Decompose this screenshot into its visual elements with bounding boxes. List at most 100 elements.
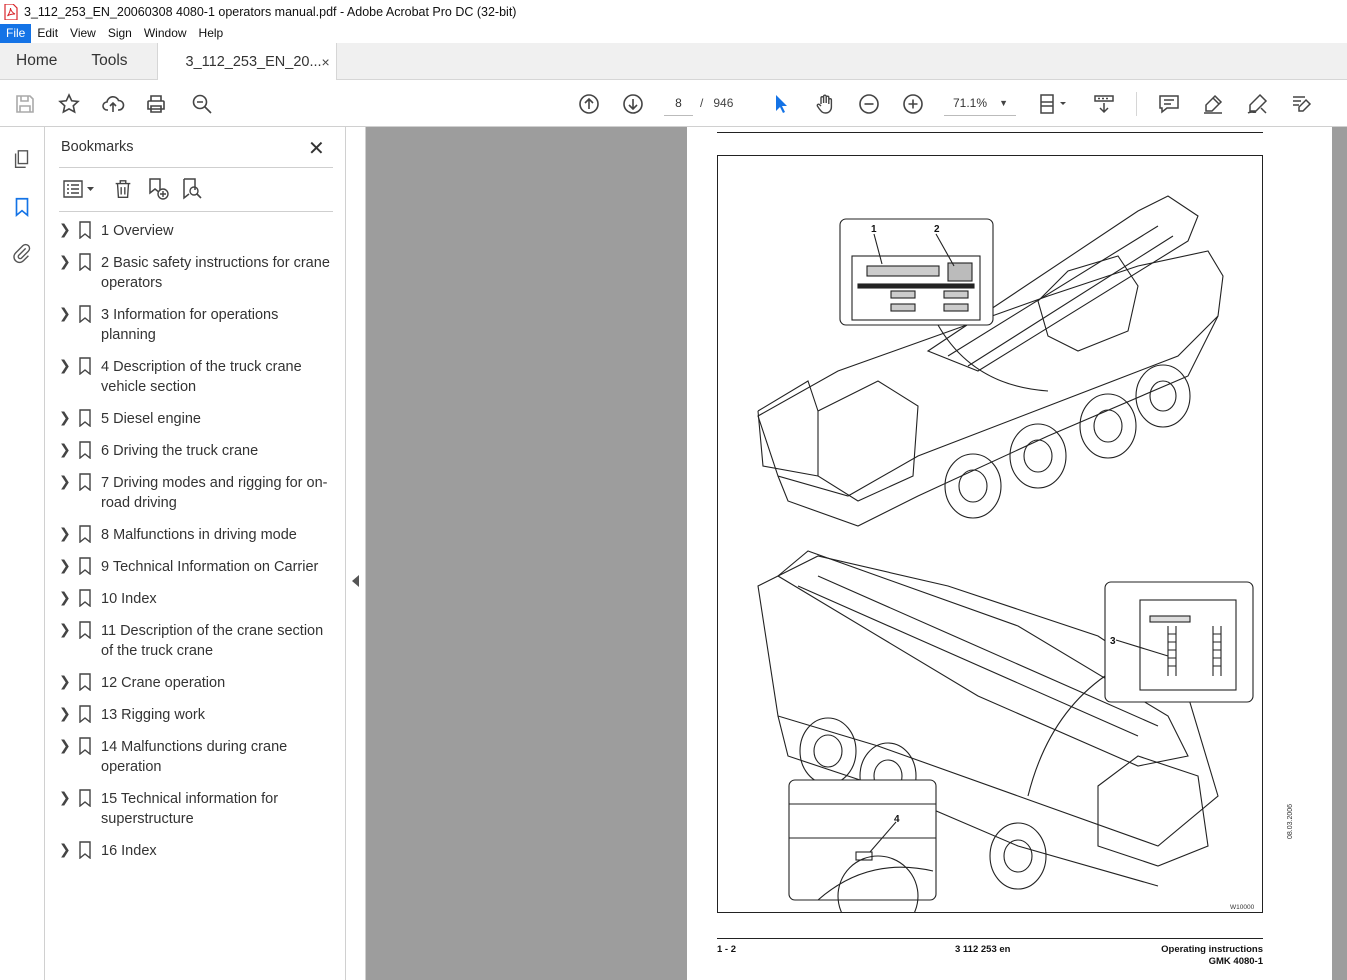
expand-chevron-icon[interactable]: ❯	[59, 589, 75, 606]
expand-chevron-icon[interactable]: ❯	[59, 221, 75, 238]
bookmark-label: 10 Index	[101, 591, 157, 607]
panel-collapse-handle[interactable]	[346, 127, 366, 980]
bookmark-item[interactable]: ❯ 5 Diesel engine	[59, 409, 339, 429]
main-toolbar: 8 / 946 71.1% ▼	[0, 80, 1347, 127]
prev-page-icon[interactable]	[576, 91, 602, 117]
zoom-level-select[interactable]: 71.1% ▼	[944, 90, 1016, 116]
scroll-mode-icon[interactable]	[1091, 91, 1117, 117]
expand-chevron-icon[interactable]: ❯	[59, 409, 75, 426]
more-tools-icon[interactable]	[1288, 91, 1314, 117]
tab-close-icon[interactable]: ×	[322, 54, 330, 70]
callout-1: 1	[871, 224, 877, 235]
bookmark-icon	[79, 221, 91, 239]
bookmark-options-icon[interactable]	[61, 175, 97, 203]
delete-bookmark-icon[interactable]	[111, 175, 135, 203]
hand-tool-icon[interactable]	[812, 91, 838, 117]
footer-model: GMK 4080-1	[1208, 956, 1263, 967]
bookmark-item[interactable]: ❯ 16 Index	[59, 841, 339, 861]
expand-chevron-icon[interactable]: ❯	[59, 525, 75, 542]
menu-edit[interactable]: Edit	[31, 24, 64, 43]
zoom-level-value: 71.1%	[953, 96, 988, 110]
bookmark-item[interactable]: ❯ 2 Basic safety instructions for crane …	[59, 253, 339, 293]
panel-title: Bookmarks	[61, 139, 134, 155]
expand-chevron-icon[interactable]: ❯	[59, 705, 75, 722]
bookmark-item[interactable]: ❯ 15 Technical information for superstru…	[59, 789, 339, 829]
find-zoom-icon[interactable]	[189, 91, 215, 117]
chevron-down-icon: ▼	[999, 98, 1008, 108]
bookmark-item[interactable]: ❯ 6 Driving the truck crane	[59, 441, 339, 461]
star-icon[interactable]	[56, 91, 82, 117]
expand-chevron-icon[interactable]: ❯	[59, 441, 75, 458]
bookmark-icon	[79, 841, 91, 859]
bookmark-icon	[79, 557, 91, 575]
zoom-in-icon[interactable]	[900, 91, 926, 117]
tab-document-label: 3_112_253_EN_20...	[185, 54, 322, 70]
footer-doc-type: Operating instructions	[1161, 944, 1263, 955]
bookmark-item[interactable]: ❯ 13 Rigging work	[59, 705, 339, 725]
bookmark-label: 13 Rigging work	[101, 707, 205, 723]
new-bookmark-icon[interactable]	[145, 175, 171, 203]
bookmark-label: 3 Information for operations planning	[101, 307, 279, 343]
expand-chevron-icon[interactable]: ❯	[59, 473, 75, 490]
menu-help[interactable]: Help	[193, 24, 230, 43]
menu-sign[interactable]: Sign	[102, 24, 138, 43]
comment-icon[interactable]	[1156, 91, 1182, 117]
document-viewer[interactable]: 1 2 3 4 W10000 08.03.2006 1 - 2 3 112 25…	[366, 127, 1347, 980]
page-separator: /	[700, 96, 704, 110]
bookmark-label: 11 Description of the crane section of t…	[101, 623, 324, 659]
bookmark-label: 2 Basic safety instructions for crane op…	[101, 255, 330, 291]
close-icon[interactable]: ✕	[308, 136, 325, 161]
expand-chevron-icon[interactable]: ❯	[59, 305, 75, 322]
bookmark-search-icon[interactable]	[179, 175, 205, 203]
bookmark-label: 6 Driving the truck crane	[101, 443, 259, 459]
expand-chevron-icon[interactable]: ❯	[59, 357, 75, 374]
menu-window[interactable]: Window	[138, 24, 193, 43]
next-page-icon[interactable]	[620, 91, 646, 117]
expand-chevron-icon[interactable]: ❯	[59, 557, 75, 574]
sign-pen-icon[interactable]	[1244, 91, 1270, 117]
bookmark-item[interactable]: ❯ 7 Driving modes and rigging for on-roa…	[59, 473, 339, 513]
bookmark-label: 9 Technical Information on Carrier	[101, 559, 319, 575]
expand-chevron-icon[interactable]: ❯	[59, 673, 75, 690]
tab-document[interactable]: 3_112_253_EN_20... ×	[156, 43, 337, 81]
expand-chevron-icon[interactable]: ❯	[59, 253, 75, 270]
zoom-out-icon[interactable]	[856, 91, 882, 117]
upload-cloud-icon[interactable]	[100, 91, 126, 117]
expand-chevron-icon[interactable]: ❯	[59, 621, 75, 638]
menu-file[interactable]: File	[0, 24, 32, 43]
bookmark-item[interactable]: ❯ 11 Description of the crane section of…	[59, 621, 339, 661]
tab-tools[interactable]: Tools	[73, 43, 143, 79]
bookmark-item[interactable]: ❯ 1 Overview	[59, 221, 339, 241]
menu-view[interactable]: View	[64, 24, 102, 43]
acrobat-pdf-icon	[4, 4, 18, 20]
select-cursor-icon[interactable]	[768, 91, 794, 117]
bookmark-icon	[79, 525, 91, 543]
expand-chevron-icon[interactable]: ❯	[59, 789, 75, 806]
bookmark-item[interactable]: ❯ 8 Malfunctions in driving mode	[59, 525, 339, 545]
bookmark-item[interactable]: ❯ 12 Crane operation	[59, 673, 339, 693]
callout-4: 4	[894, 814, 900, 825]
page-number-input[interactable]: 8	[664, 90, 693, 116]
bookmark-item[interactable]: ❯ 9 Technical Information on Carrier	[59, 557, 339, 577]
navigation-rail	[0, 127, 45, 980]
side-date: 08.03.2006	[1287, 803, 1294, 839]
bookmark-label: 15 Technical information for superstruct…	[101, 791, 279, 827]
expand-chevron-icon[interactable]: ❯	[59, 841, 75, 858]
page-display-icon[interactable]	[1036, 91, 1072, 117]
save-icon[interactable]	[12, 91, 38, 117]
bookmark-icon	[79, 357, 91, 375]
bookmark-item[interactable]: ❯ 14 Malfunctions during crane operation	[59, 737, 339, 777]
bookmark-item[interactable]: ❯ 4 Description of the truck crane vehic…	[59, 357, 339, 397]
bookmark-item[interactable]: ❯ 10 Index	[59, 589, 339, 609]
bookmarks-panel-icon[interactable]	[10, 195, 34, 219]
bookmark-item[interactable]: ❯ 3 Information for operations planning	[59, 305, 339, 345]
highlight-pen-icon[interactable]	[1200, 91, 1226, 117]
attachments-icon[interactable]	[10, 241, 34, 265]
bookmark-label: 4 Description of the truck crane vehicle…	[101, 359, 302, 395]
tab-home[interactable]: Home	[0, 43, 73, 79]
expand-chevron-icon[interactable]: ❯	[59, 737, 75, 754]
print-icon[interactable]	[143, 91, 169, 117]
toolbar-separator	[1136, 92, 1137, 116]
menu-bar: File Edit View Sign Window Help	[0, 24, 1347, 43]
page-thumbnails-icon[interactable]	[10, 147, 34, 171]
